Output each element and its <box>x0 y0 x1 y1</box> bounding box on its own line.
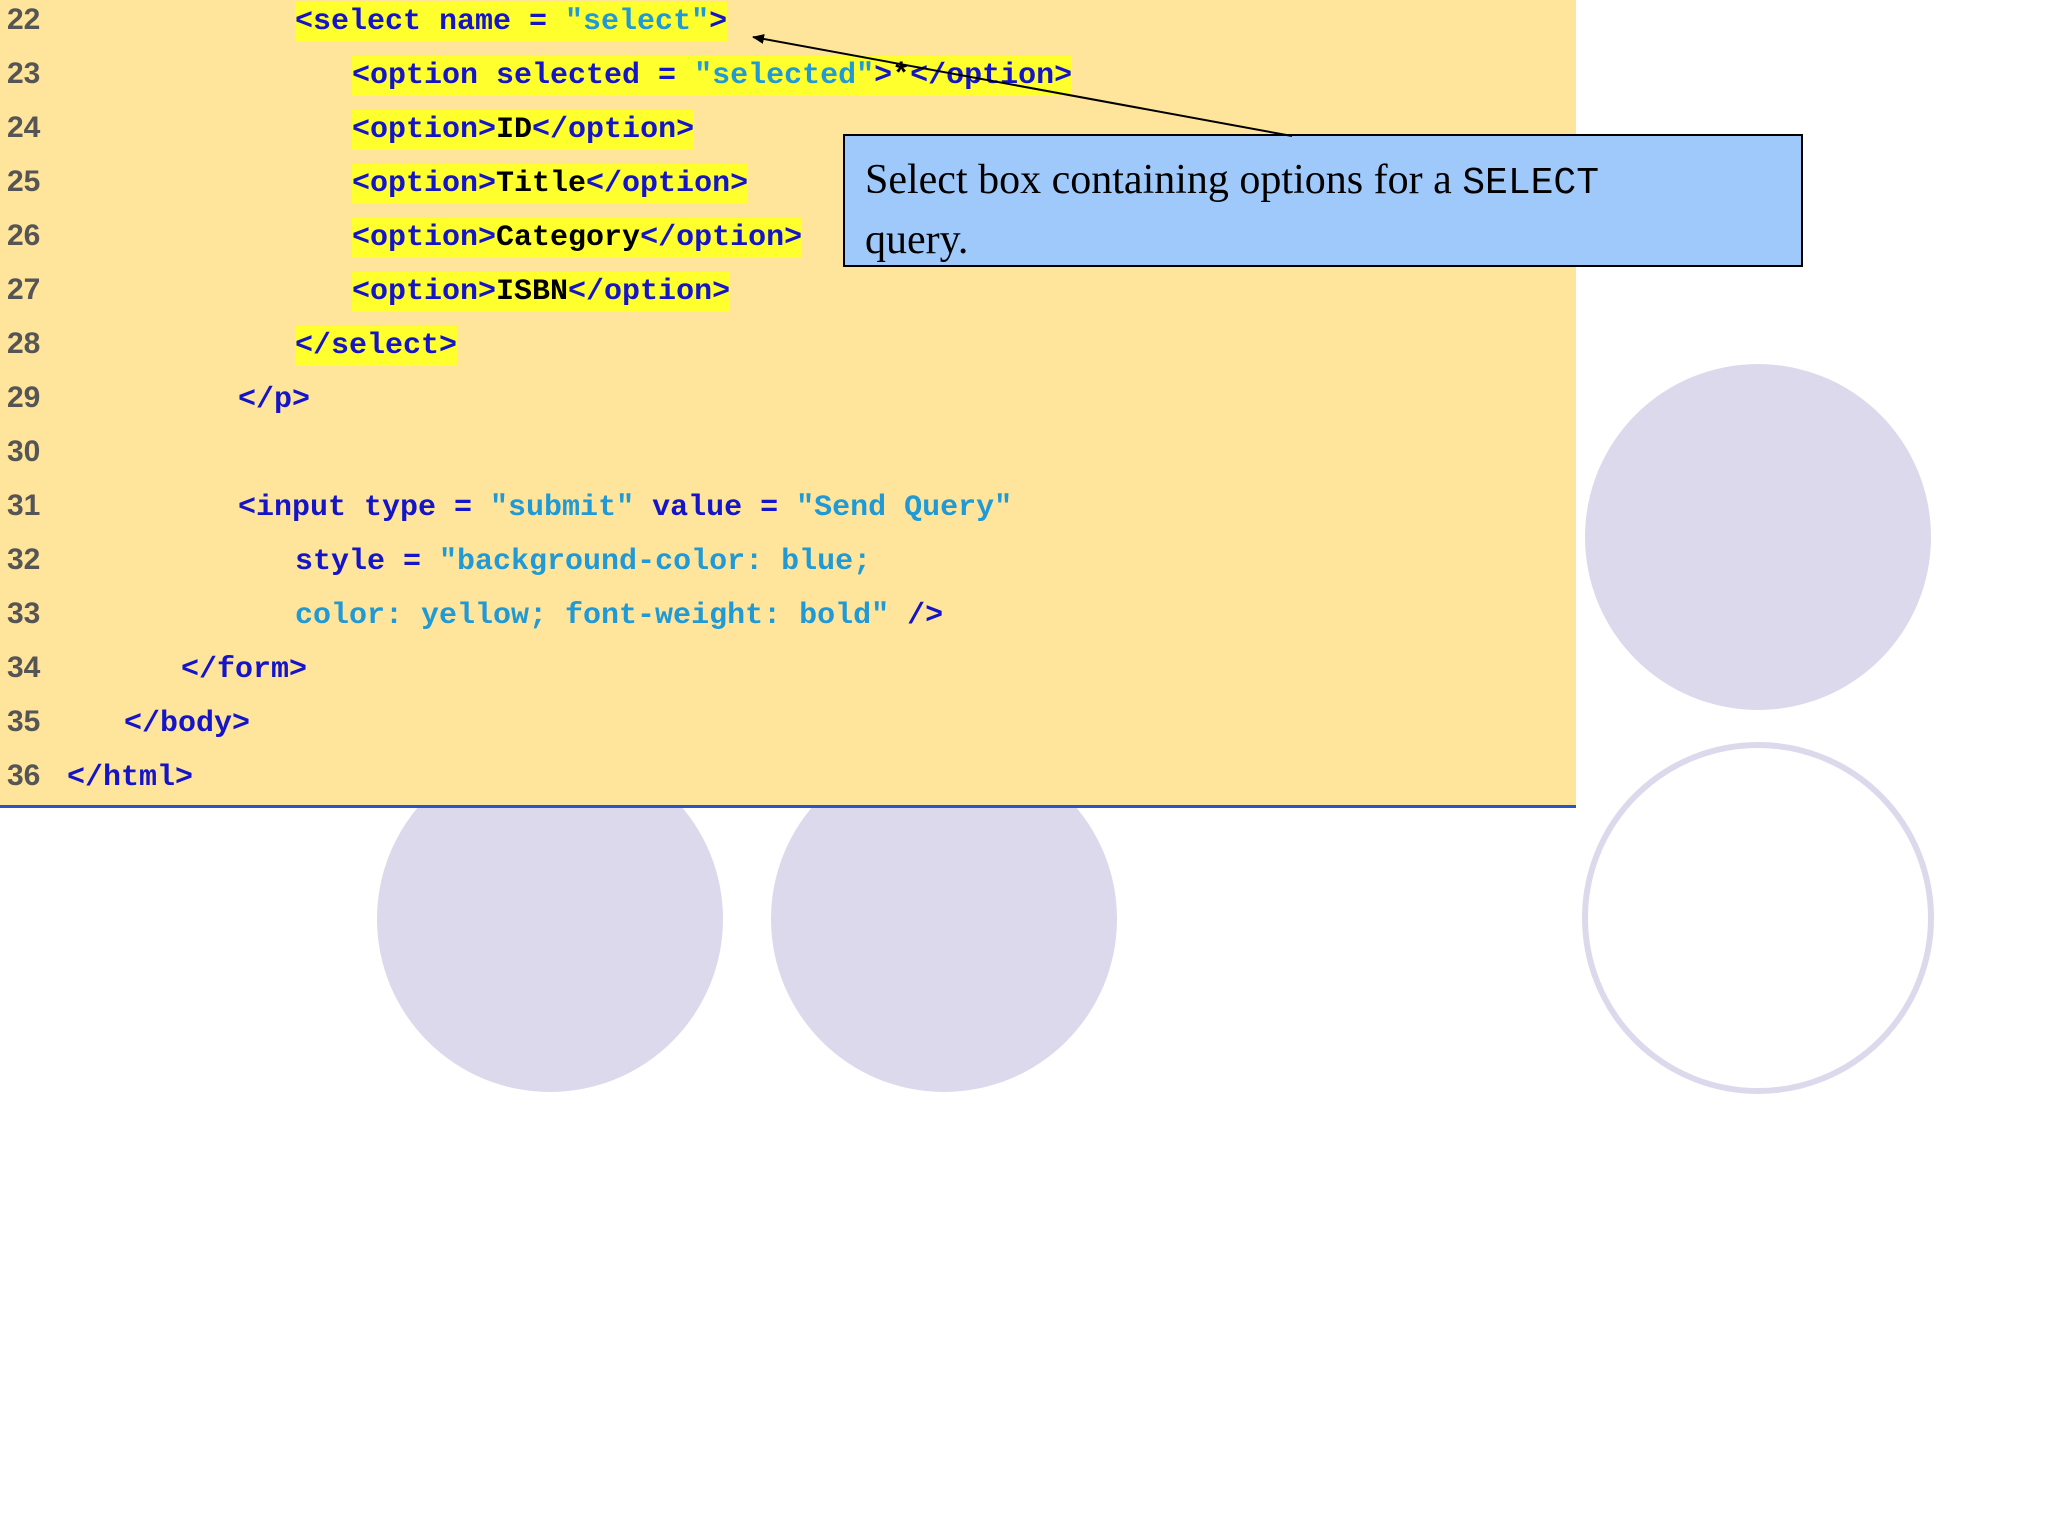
code-text: </body> <box>124 704 250 744</box>
code-token: </option> <box>910 59 1073 93</box>
code-line: 30 <box>0 432 1576 486</box>
code-text: <option>Title</option> <box>352 164 749 204</box>
code-token: * <box>892 59 911 93</box>
code-text: </select> <box>295 326 458 366</box>
callout-box: Select box containing options for a SELE… <box>843 134 1803 267</box>
code-token: </option> <box>568 275 731 309</box>
code-token: </select> <box>295 329 458 363</box>
code-text: style = "background-color: blue; <box>295 542 871 582</box>
code-token: ID <box>496 113 533 147</box>
code-text: color: yellow; font-weight: bold" /> <box>295 596 943 636</box>
code-token: Category <box>496 221 641 255</box>
code-token: </option> <box>586 167 749 201</box>
code-text: </p> <box>238 380 310 420</box>
line-number: 23 <box>7 57 41 90</box>
code-token: <select name = <box>295 5 566 39</box>
line-number: 27 <box>7 273 41 306</box>
code-token: "background-color: blue; <box>439 545 872 579</box>
code-token: style = <box>295 545 440 579</box>
line-number: 36 <box>7 759 41 792</box>
code-token: > <box>709 5 728 39</box>
code-line: 33 color: yellow; font-weight: bold" /> <box>0 594 1576 648</box>
code-token: "select" <box>565 5 710 39</box>
code-token: /> <box>889 599 944 633</box>
line-number: 33 <box>7 597 41 630</box>
code-line: 36 </html> <box>0 756 1576 810</box>
code-text: <select name = "select"> <box>295 2 728 42</box>
line-number: 28 <box>7 327 41 360</box>
code-text: <option>ISBN</option> <box>352 272 731 312</box>
decorative-circle-right-top <box>1585 364 1931 710</box>
code-line: 22 <select name = "select"> <box>0 0 1576 54</box>
code-token: <option selected = <box>352 59 695 93</box>
line-number: 22 <box>7 3 41 36</box>
code-line: 35 </body> <box>0 702 1576 756</box>
code-text: <option>Category</option> <box>352 218 803 258</box>
code-token: "Send Query" <box>796 491 1013 525</box>
code-token: </option> <box>640 221 803 255</box>
code-token: <option> <box>352 221 497 255</box>
line-number: 32 <box>7 543 41 576</box>
decorative-ring-right-bottom <box>1582 742 1934 1094</box>
line-number: 31 <box>7 489 41 522</box>
code-token: <input type = <box>238 491 491 525</box>
code-token: color: yellow; font-weight: bold" <box>295 599 890 633</box>
code-text: <input type = "submit" value = "Send Que… <box>238 488 1012 528</box>
callout-code-word: SELECT <box>1462 162 1600 205</box>
line-number: 34 <box>7 651 41 684</box>
code-token: > <box>874 59 893 93</box>
line-number: 26 <box>7 219 41 252</box>
line-number: 30 <box>7 435 41 468</box>
code-text: </form> <box>181 650 307 690</box>
code-token: "submit" <box>490 491 635 525</box>
code-token: ISBN <box>496 275 569 309</box>
code-token: "selected" <box>694 59 875 93</box>
code-token: </body> <box>124 707 251 741</box>
code-token: <option> <box>352 113 497 147</box>
code-line: 34 </form> <box>0 648 1576 702</box>
line-number: 24 <box>7 111 41 144</box>
code-line: 28 </select> <box>0 324 1576 378</box>
callout-text: Select box containing options for a <box>865 157 1463 203</box>
callout-text-continued: query. <box>865 217 969 263</box>
code-line: 27 <option>ISBN</option> <box>0 270 1576 324</box>
code-line: 32 style = "background-color: blue; <box>0 540 1576 594</box>
code-listing-panel: 22 <select name = "select"> 23 <option sele… <box>0 0 1576 808</box>
code-token: </option> <box>532 113 695 147</box>
code-text: <option selected = "selected">*</option> <box>352 56 1073 96</box>
code-token: </html> <box>67 761 194 795</box>
line-number: 35 <box>7 705 41 738</box>
line-number: 25 <box>7 165 41 198</box>
code-token: <option> <box>352 275 497 309</box>
code-token: Title <box>496 167 587 201</box>
code-token: value = <box>634 491 797 525</box>
code-text: <option>ID</option> <box>352 110 695 150</box>
code-line: 31 <input type = "submit" value = "Send Q… <box>0 486 1576 540</box>
code-token: </form> <box>181 653 308 687</box>
code-token: </p> <box>238 383 311 417</box>
code-token: <option> <box>352 167 497 201</box>
code-line: 23 <option selected = "selected">*</optio… <box>0 54 1576 108</box>
code-text: </html> <box>67 758 193 798</box>
line-number: 29 <box>7 381 41 414</box>
code-line: 29 </p> <box>0 378 1576 432</box>
